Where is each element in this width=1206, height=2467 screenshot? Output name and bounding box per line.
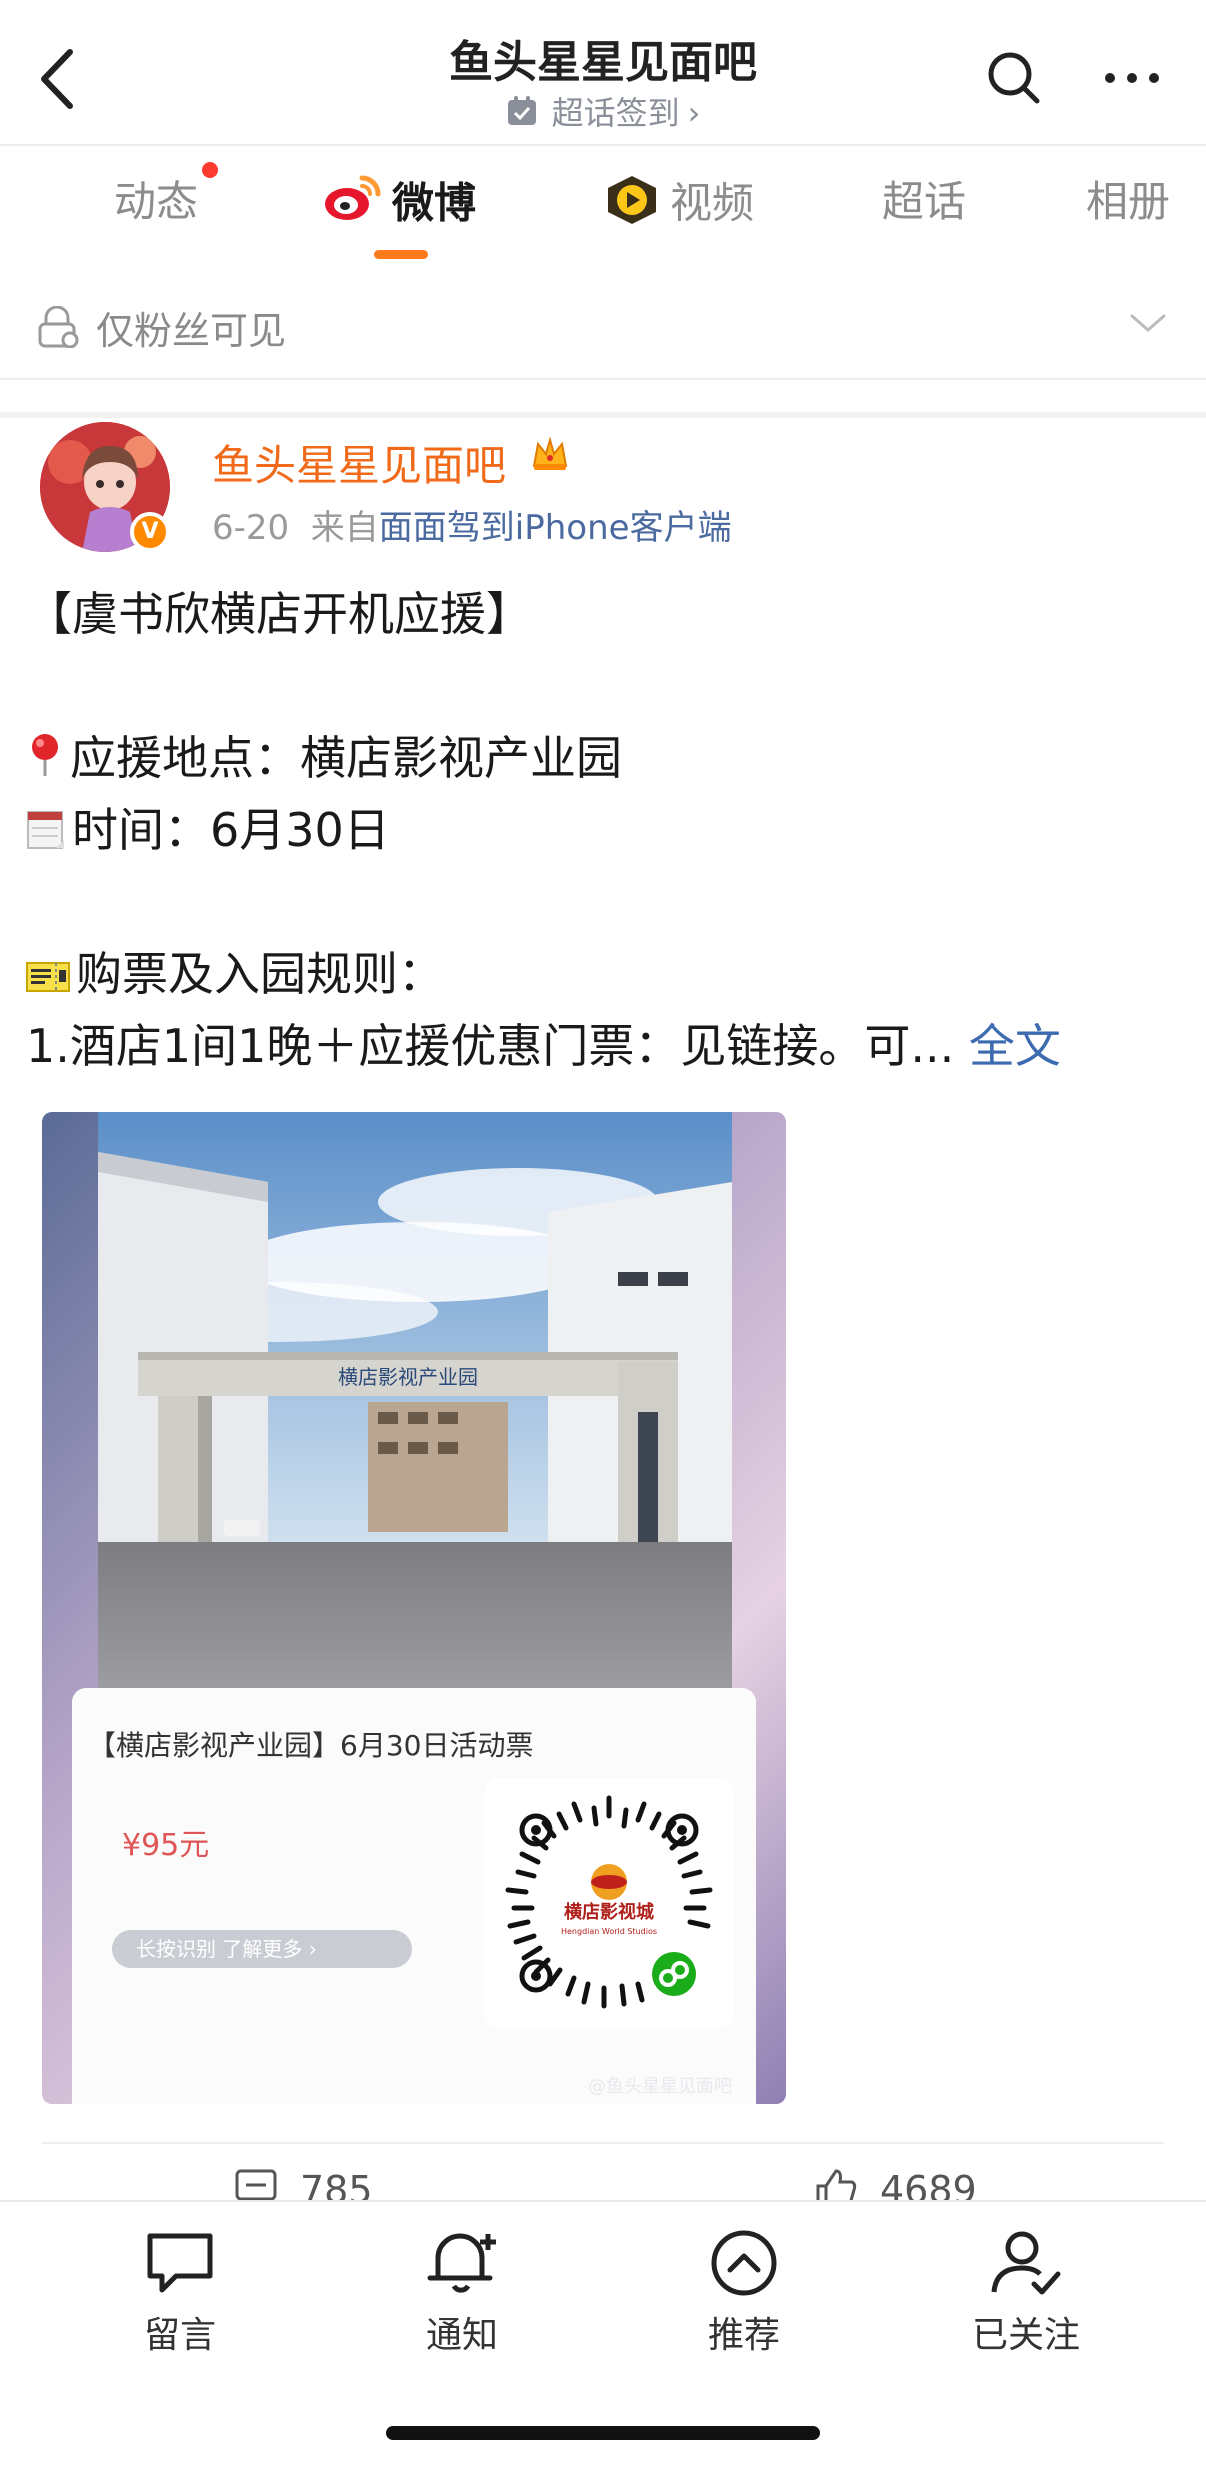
location-text: 应援地点：横店影视产业园 bbox=[70, 731, 622, 785]
recommend-icon bbox=[711, 2230, 777, 2296]
checkin-label: 超话签到 bbox=[551, 94, 680, 132]
visibility-row[interactable]: 仅粉丝可见 bbox=[0, 272, 1206, 380]
notification-button[interactable]: 通知 bbox=[382, 2228, 542, 2358]
chevron-right-icon: › bbox=[687, 94, 701, 132]
qr-brand-en-text: Hengdian World Studios bbox=[561, 1927, 657, 1936]
time-text: 时间：6月30日 bbox=[72, 803, 390, 857]
bottom-toolbar: 留言 通知 推荐 已关注 bbox=[0, 2200, 1206, 2467]
active-tab-indicator bbox=[374, 250, 428, 259]
tab-label: 视频 bbox=[670, 178, 755, 228]
gate-photo: 横店影视产业园 bbox=[98, 1112, 732, 1688]
tab-super-topic[interactable]: 超话 bbox=[882, 174, 966, 244]
post-image[interactable]: 横店影视产业园 【横店影视产业园】6月30日活动票 ¥95元 长按识别 了解更多… bbox=[42, 1112, 786, 2104]
full-text-link[interactable]: 全文 bbox=[969, 1019, 1061, 1073]
ticket-icon bbox=[26, 942, 70, 1014]
crown-icon bbox=[530, 436, 570, 476]
location-line: 应援地点：横店影视产业园 bbox=[26, 722, 1186, 794]
item-line: 1.酒店1间1晚＋应援优惠门票：见链接。可... 全文 bbox=[26, 1010, 1186, 1082]
unread-dot bbox=[202, 162, 218, 178]
ticket-price: ¥95元 bbox=[122, 1828, 210, 1863]
post-source-link[interactable]: 面面驾到iPhone客户端 bbox=[379, 508, 732, 548]
recommend-button[interactable]: 推荐 bbox=[664, 2228, 824, 2358]
visibility-label: 仅粉丝可见 bbox=[96, 309, 287, 353]
bell-icon bbox=[427, 2233, 496, 2293]
more-options-button[interactable] bbox=[1102, 56, 1162, 100]
search-button[interactable] bbox=[986, 50, 1042, 106]
followed-label: 已关注 bbox=[971, 2315, 1080, 2356]
calendar-icon bbox=[26, 798, 66, 870]
post-body: 【虞书欣横店开机应援】 应援地点：横店影视产业园 时间：6月30日 购票及入园规… bbox=[26, 578, 1186, 1082]
rules-text: 购票及入园规则： bbox=[76, 947, 444, 1001]
divider bbox=[42, 2142, 1164, 2144]
rules-line: 购票及入园规则： bbox=[26, 938, 1186, 1010]
tab-label: 超话 bbox=[882, 177, 967, 226]
message-board-button[interactable]: 留言 bbox=[100, 2228, 260, 2358]
qr-brand-text: 横店影视城 bbox=[564, 1901, 654, 1923]
verified-badge-icon: V bbox=[130, 512, 170, 552]
followed-icon bbox=[991, 2231, 1061, 2295]
tab-video[interactable]: 视频 bbox=[604, 174, 754, 244]
tab-label: 动态 bbox=[114, 177, 199, 226]
lock-icon bbox=[36, 305, 80, 352]
recommend-label: 推荐 bbox=[707, 2315, 780, 2356]
mini-program-code: 横店影视城 Hengdian World Studios bbox=[484, 1778, 734, 2028]
longpress-hint: 长按识别 了解更多 › bbox=[112, 1930, 412, 1968]
video-logo-icon bbox=[604, 174, 660, 238]
more-dots-icon bbox=[1105, 73, 1159, 83]
top-navigation-bar: 鱼头星星见面吧 超话签到 › bbox=[0, 0, 1206, 146]
pin-icon bbox=[26, 726, 64, 798]
post-title-line: 【虞书欣横店开机应援】 bbox=[26, 587, 532, 641]
author-name[interactable]: 鱼头星星见面吧 bbox=[212, 432, 506, 493]
calendar-check-icon bbox=[506, 95, 538, 135]
divider bbox=[0, 412, 1206, 418]
time-line: 时间：6月30日 bbox=[26, 794, 1186, 866]
message-board-label: 留言 bbox=[143, 2315, 216, 2356]
home-indicator[interactable] bbox=[386, 2426, 820, 2440]
image-watermark: @鱼头星星见面吧 bbox=[588, 2076, 732, 2097]
tab-label: 相册 bbox=[1086, 177, 1171, 226]
post-date: 6-20 bbox=[212, 508, 290, 548]
gate-sign-text: 横店影视产业园 bbox=[338, 1365, 478, 1389]
post-meta: 6-20 来自面面驾到iPhone客户端 bbox=[212, 500, 732, 549]
tab-dynamic[interactable]: 动态 bbox=[114, 174, 198, 244]
tab-weibo[interactable]: 微博 bbox=[322, 174, 476, 244]
tab-album[interactable]: 相册 bbox=[1086, 174, 1170, 244]
chevron-down-icon[interactable] bbox=[1128, 312, 1168, 340]
weibo-logo-icon bbox=[322, 174, 382, 238]
tab-label: 微博 bbox=[392, 178, 477, 228]
item-text: 1.酒店1间1晚＋应援优惠门票：见链接。可... bbox=[26, 1019, 955, 1073]
followed-button[interactable]: 已关注 bbox=[946, 2228, 1106, 2358]
tab-bar: 动态 微博 视频 超话 相册 bbox=[0, 146, 1206, 418]
message-icon bbox=[147, 2233, 213, 2293]
search-icon bbox=[988, 52, 1040, 104]
ticket-card-title: 【横店影视产业园】6月30日活动票 bbox=[88, 1729, 534, 1762]
notification-label: 通知 bbox=[425, 2315, 498, 2356]
source-prefix: 来自 bbox=[310, 508, 379, 548]
